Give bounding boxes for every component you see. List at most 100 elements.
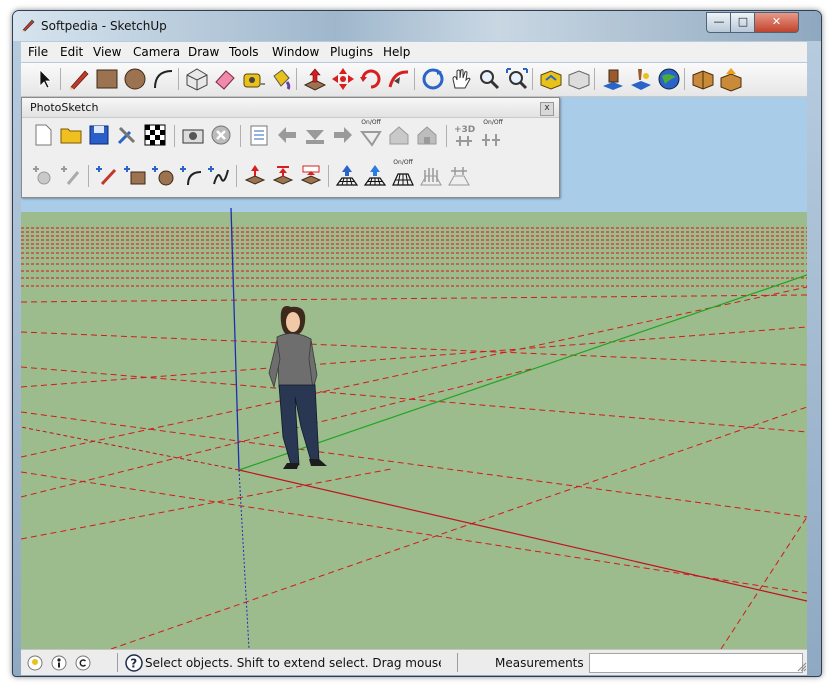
measurements-input[interactable] <box>589 653 803 673</box>
add-line-icon[interactable] <box>94 162 120 188</box>
get-models-icon[interactable] <box>538 66 564 92</box>
orbit-icon[interactable] <box>420 66 446 92</box>
rectangle-icon[interactable] <box>94 66 120 92</box>
toolbar-separator <box>174 125 175 147</box>
add-location-icon[interactable] <box>628 66 654 92</box>
grid-up-blue-alt-icon[interactable] <box>362 162 388 188</box>
add-rectangle-icon[interactable] <box>122 162 148 188</box>
pan-hand-icon[interactable] <box>448 66 474 92</box>
push-pull-icon[interactable] <box>302 66 328 92</box>
photosketch-toolbar: PhotoSketch x On/Off +3D On/Off On/Off <box>21 97 560 198</box>
menu-camera[interactable]: Camera <box>133 45 180 59</box>
house-icon[interactable] <box>386 122 412 148</box>
upload-model-icon[interactable] <box>718 66 744 92</box>
make-component-icon[interactable] <box>184 66 210 92</box>
add-tool-icon[interactable] <box>58 162 84 188</box>
house-alt-icon[interactable] <box>414 122 440 148</box>
photosketch-row-2: On/Off <box>26 159 554 190</box>
add-arc-icon[interactable] <box>178 162 204 188</box>
arrow-left-icon[interactable] <box>274 122 300 148</box>
follow-me-icon[interactable] <box>386 66 412 92</box>
tools-wrench-icon[interactable] <box>114 122 140 148</box>
camera-icon[interactable] <box>180 122 206 148</box>
status-separator <box>117 653 118 672</box>
photosketch-close-button[interactable]: x <box>540 102 554 116</box>
paint-bucket-icon[interactable] <box>268 66 294 92</box>
grid-bars-icon[interactable] <box>418 162 444 188</box>
status-bar: ? Select objects. Shift to extend select… <box>21 649 807 675</box>
get-photo-texture-icon[interactable] <box>690 66 716 92</box>
sketchup-logo-icon <box>22 19 35 32</box>
cancel-circle-icon[interactable] <box>208 122 234 148</box>
status-separator <box>457 653 458 672</box>
open-folder-icon[interactable] <box>58 122 84 148</box>
grid-plus-icon[interactable] <box>446 162 472 188</box>
menu-plugins[interactable]: Plugins <box>330 45 373 59</box>
copyright-icon[interactable] <box>75 655 91 671</box>
google-earth-icon[interactable] <box>656 66 682 92</box>
push-up-icon[interactable] <box>242 162 268 188</box>
svg-text:?: ? <box>130 657 137 671</box>
toolbar-separator <box>240 125 241 147</box>
maximize-button[interactable]: □ <box>730 12 756 33</box>
menu-tools[interactable]: Tools <box>229 45 259 59</box>
eraser-icon[interactable] <box>212 66 238 92</box>
close-button[interactable]: ✕ <box>754 12 799 33</box>
menu-edit[interactable]: Edit <box>60 45 83 59</box>
new-document-icon[interactable] <box>30 122 56 148</box>
zoom-extents-icon[interactable] <box>504 66 530 92</box>
select-arrow-icon[interactable] <box>32 66 58 92</box>
title-bar[interactable]: Softpedia - SketchUp — □ ✕ <box>13 11 821 41</box>
arrow-merge-icon[interactable] <box>302 122 328 148</box>
push-face-icon[interactable] <box>270 162 296 188</box>
move-icon[interactable] <box>330 66 356 92</box>
geo-location-icon[interactable] <box>27 655 43 671</box>
photosketch-title: PhotoSketch <box>30 101 99 114</box>
share-model-icon[interactable] <box>566 66 592 92</box>
tape-measure-icon[interactable] <box>240 66 266 92</box>
add-object-icon[interactable] <box>30 162 56 188</box>
toolbar-separator <box>88 165 89 187</box>
zoom-icon[interactable] <box>476 66 502 92</box>
rotate-icon[interactable] <box>358 66 384 92</box>
close-icon: x <box>544 103 550 113</box>
toolbar-separator <box>296 68 297 90</box>
menu-bar: File Edit View Camera Draw Tools Window … <box>21 42 807 62</box>
checkerboard-icon[interactable] <box>142 122 168 148</box>
push-box-icon[interactable] <box>298 162 324 188</box>
component-icon[interactable] <box>600 66 626 92</box>
menu-view[interactable]: View <box>93 45 121 59</box>
arc-icon[interactable] <box>150 66 176 92</box>
menu-draw[interactable]: Draw <box>188 45 219 59</box>
help-question-icon[interactable]: ? <box>125 654 143 672</box>
plus-3d-icon[interactable]: +3D <box>452 122 478 148</box>
save-disk-icon[interactable] <box>86 122 112 148</box>
menu-file[interactable]: File <box>28 45 48 59</box>
onoff-label: On/Off <box>393 159 413 166</box>
main-toolbar <box>21 63 807 97</box>
status-message: Select objects. Shift to extend select. … <box>145 656 441 670</box>
minimize-icon: — <box>713 15 725 28</box>
toolbar-separator <box>532 68 533 90</box>
add-circle-icon[interactable] <box>150 162 176 188</box>
pencil-line-icon[interactable] <box>66 66 92 92</box>
toolbar-separator <box>414 68 415 90</box>
arrow-right-icon[interactable] <box>330 122 356 148</box>
toolbar-separator <box>446 125 447 147</box>
credits-icon[interactable] <box>51 655 67 671</box>
menu-window[interactable]: Window <box>272 45 319 59</box>
menu-help[interactable]: Help <box>383 45 410 59</box>
checklist-icon[interactable] <box>246 122 272 148</box>
grid-up-blue-icon[interactable] <box>334 162 360 188</box>
photosketch-row-1: On/Off +3D On/Off <box>26 119 554 150</box>
circle-icon[interactable] <box>122 66 148 92</box>
photosketch-title-bar[interactable]: PhotoSketch x <box>22 98 559 118</box>
plus3d-label: +3D <box>454 125 475 135</box>
add-freehand-icon[interactable] <box>206 162 232 188</box>
toolbar-separator <box>594 68 595 90</box>
sketchup-window: Softpedia - SketchUp — □ ✕ File Edit Vie… <box>12 10 822 677</box>
toolbar-separator <box>236 165 237 187</box>
minimize-button[interactable]: — <box>706 12 732 33</box>
toolbar-separator <box>60 68 61 90</box>
resize-grip-icon[interactable] <box>797 662 807 672</box>
